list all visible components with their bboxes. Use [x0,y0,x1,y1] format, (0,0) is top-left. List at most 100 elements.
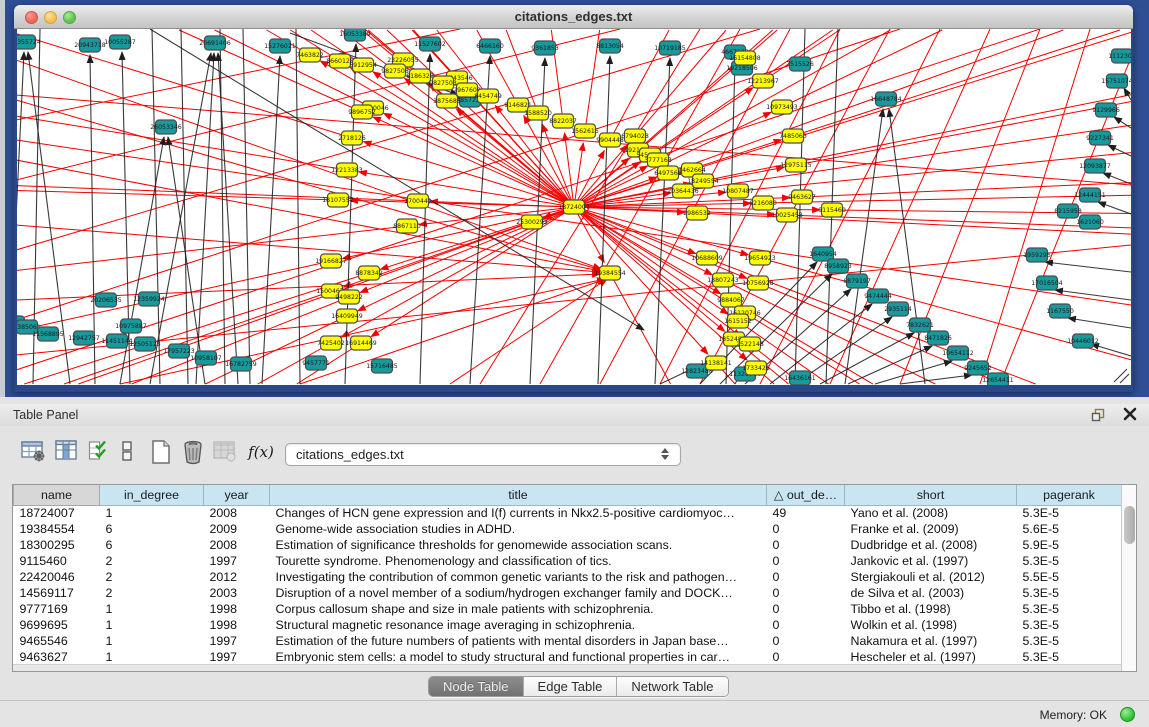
graph-edge[interactable] [1098,202,1131,214]
graph-edge[interactable] [1045,262,1131,272]
graph-edge[interactable] [793,30,1120,136]
table-cell: Estimation of the future numbers of pati… [270,633,767,649]
graph-node-label: 9827508 [381,68,409,75]
table-cell: 18300295 [14,537,100,553]
graph-edge[interactable] [845,109,883,384]
table-cell: 0 [767,585,845,601]
graph-node-label: 9115460 [818,207,846,214]
table-row[interactable]: 1938455462009Genome-wide association stu… [14,521,1122,537]
column-header-pagerank[interactable]: pagerank [1017,485,1122,505]
application-window: citations_edges.txt 18724007243557242094… [0,0,1149,727]
graph-edge[interactable] [1114,369,1127,382]
table-panel-header: Table Panel [0,404,1149,426]
delete-icon[interactable] [180,439,206,465]
graph-node-label: 16409949 [331,313,363,320]
graph-edge[interactable] [17,29,1040,370]
graph-edge[interactable] [17,245,1131,355]
graph-node-label: 12444151 [1074,192,1106,199]
graph-node-label: 18724007 [558,204,590,211]
column-header-out_de[interactable]: △ out_de… [767,485,845,505]
graph-node-label: 20364436 [667,188,699,195]
table-cell: 18724007 [14,505,100,521]
new-file-icon[interactable] [148,439,174,465]
background-window-edge [0,0,5,397]
graph-node-label: 12213967 [747,78,779,85]
column-header-year[interactable]: year [204,485,270,505]
graph-edge[interactable] [220,29,225,384]
table-cell: 5.3E-5 [1017,601,1122,617]
column-header-title[interactable]: title [270,485,767,505]
tab-node-table[interactable]: Node Table [429,677,524,697]
column-header-short[interactable]: short [845,485,1017,505]
graph-node-label: 7425402 [317,340,345,347]
tab-network-table[interactable]: Network Table [617,677,727,697]
graph-edge[interactable] [610,273,671,384]
graph-edge[interactable] [196,53,214,384]
dropdown-stepper-icon [658,446,672,464]
graph-edge[interactable] [574,203,751,207]
graph-edge[interactable] [574,207,708,354]
graph-edge[interactable] [262,56,280,384]
graph-edge[interactable] [480,29,700,384]
network-view-window: citations_edges.txt 18724007243557242094… [14,5,1133,392]
graph-node-label: 8186328 [406,73,434,80]
close-panel-icon[interactable] [1122,406,1138,422]
graph-edge[interactable] [700,29,890,384]
float-panel-icon[interactable] [1090,407,1106,423]
graph-edge[interactable] [683,125,1131,191]
table-cell: 19384554 [14,521,100,537]
graph-edge[interactable] [692,32,1131,170]
memory-status-label: Memory: OK [1040,708,1107,722]
table-row[interactable]: 946362711997Embryonic stem cells: a mode… [14,649,1122,665]
graph-edge[interactable] [152,29,160,384]
graph-edge[interactable] [243,29,250,384]
table-row[interactable]: 1456911722003Disruption of a novel membe… [14,585,1122,601]
table-selector-dropdown[interactable]: citations_edges.txt [285,443,681,466]
memory-ok-indicator-icon[interactable] [1120,707,1135,722]
graph-edge[interactable] [848,346,932,384]
table-settings-icon[interactable] [20,439,46,465]
scrollbar-thumb[interactable] [1124,506,1135,544]
table-row[interactable]: 946554611997Estimation of the future num… [14,633,1122,649]
vertical-scrollbar[interactable] [1121,485,1136,671]
graph-edge[interactable] [1103,173,1131,184]
citation-network-graph[interactable]: 1872400724355724209437181005528720691406… [17,29,1131,385]
table-row[interactable]: 1872400712008Changes of HCN gene express… [14,505,1122,521]
graph-node-label: 20691406 [199,40,231,47]
function-builder-icon[interactable]: f(x) [246,439,276,465]
graph-edge[interactable] [17,261,331,331]
network-canvas[interactable]: 1872400724355724209437181005528720691406… [17,29,1131,385]
graph-node-label: 2522148 [736,341,764,348]
graph-edge[interactable] [889,109,925,384]
graph-edge[interactable] [296,29,300,384]
table-checks-icon[interactable] [88,439,108,465]
table-cell: Structural magnetic resonance image aver… [270,617,767,633]
graph-edge[interactable] [420,54,430,384]
graph-node-label: 17016504 [1031,280,1063,287]
graph-edge[interactable] [658,30,890,160]
table-row[interactable]: 969969511998Structural magnetic resonanc… [14,617,1122,633]
column-header-name[interactable]: name [14,485,100,505]
table-row[interactable]: 1830029562008Estimation of significance … [14,537,1122,553]
graph-edge[interactable] [763,30,840,81]
table-row[interactable]: 2242004622012Investigating the contribut… [14,569,1122,585]
graph-edge[interactable] [363,142,574,207]
graph-edge[interactable] [1068,318,1131,328]
table-row[interactable]: 977716911998Corpus callosum shape and si… [14,601,1122,617]
table-columns-icon[interactable] [54,439,80,465]
row-height-icon[interactable] [120,439,134,465]
graph-node-label: 16782759 [225,361,257,368]
tab-edge-table[interactable]: Edge Table [524,677,618,697]
graph-node-label: 7463822 [296,52,324,59]
graph-edge[interactable] [1124,88,1131,100]
graph-edge[interactable] [900,375,972,384]
graph-edge[interactable] [832,210,1131,213]
graph-node-label: 19654923 [744,255,776,262]
network-window-titlebar[interactable]: citations_edges.txt [14,5,1133,29]
table-cell: 2003 [204,585,270,601]
table-row[interactable]: 911546021997Tourette syndrome. Phenomeno… [14,553,1122,569]
column-header-in_degree[interactable]: in_degree [100,485,204,505]
table-cell: 1997 [204,649,270,665]
graph-edge[interactable] [875,361,952,384]
graph-edge[interactable] [181,29,188,384]
